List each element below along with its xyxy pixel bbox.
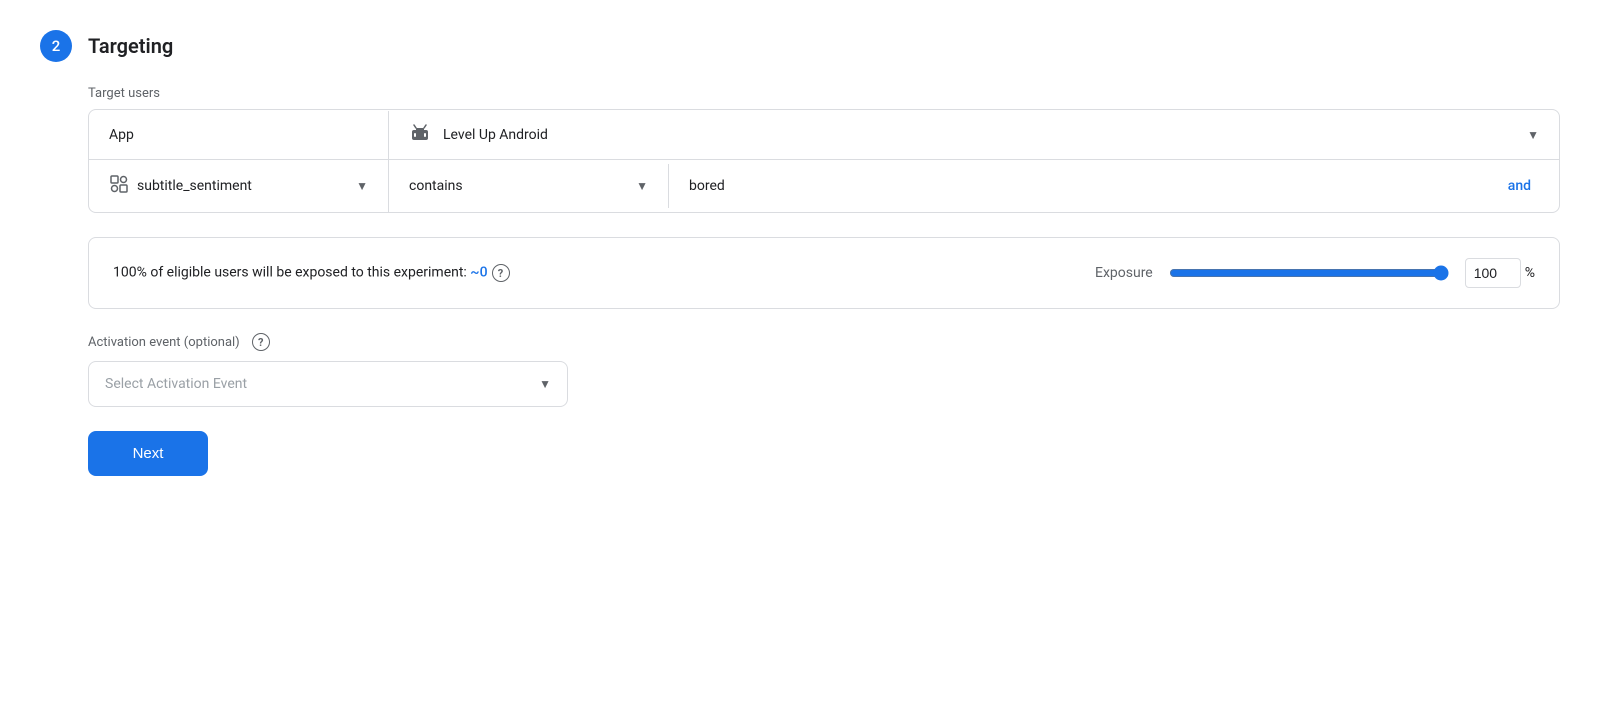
filter-operator-name: contains [409, 178, 628, 194]
app-dropdown-arrow-icon: ▼ [1527, 128, 1539, 142]
target-users-section: Target users App [88, 86, 1560, 213]
activation-help-icon[interactable]: ? [252, 333, 270, 351]
target-users-card: App Le [88, 109, 1560, 213]
exposure-value-box: % [1465, 258, 1535, 288]
next-button[interactable]: Next [88, 431, 208, 476]
filter-value-text: bored [689, 178, 725, 194]
exposure-slider[interactable] [1169, 265, 1449, 281]
filter-value-cell: bored and [669, 164, 1559, 208]
percent-label: % [1525, 265, 1535, 281]
activation-placeholder: Select Activation Event [105, 376, 539, 392]
app-name: Level Up Android [443, 127, 1515, 143]
exposure-count[interactable]: ~0 [470, 265, 487, 281]
exposure-text: 100% of eligible users will be exposed t… [113, 264, 1071, 282]
help-icon[interactable]: ? [492, 264, 510, 282]
activation-event-dropdown[interactable]: Select Activation Event ▼ [88, 361, 568, 407]
page-container: 2 Targeting Target users App [0, 0, 1600, 711]
and-button[interactable]: and [1508, 178, 1531, 194]
app-row: App Le [89, 110, 1559, 160]
filter-property-name: subtitle_sentiment [137, 178, 348, 194]
content-area: Target users App [88, 86, 1560, 476]
filter-operator-selector[interactable]: contains ▼ [389, 164, 669, 208]
page-title: Targeting [88, 34, 173, 58]
target-users-label: Target users [88, 86, 1560, 101]
section-header: 2 Targeting [40, 30, 1560, 62]
filter-row: subtitle_sentiment ▼ contains ▼ bored an… [89, 160, 1559, 212]
exposure-card: 100% of eligible users will be exposed t… [88, 237, 1560, 309]
exposure-label: Exposure [1095, 265, 1153, 281]
activation-label-row: Activation event (optional) ? [88, 333, 1560, 351]
filter-operator-dropdown-icon: ▼ [636, 179, 648, 193]
android-icon [409, 122, 431, 147]
app-cell-label: App [89, 111, 389, 159]
filter-property-dropdown-icon: ▼ [356, 179, 368, 193]
activation-label: Activation event (optional) [88, 335, 240, 350]
step-badge: 2 [40, 30, 72, 62]
exposure-value-input[interactable] [1465, 258, 1521, 288]
exposure-controls: Exposure % [1095, 258, 1535, 288]
activation-section: Activation event (optional) ? Select Act… [88, 333, 1560, 407]
filter-property-selector[interactable]: subtitle_sentiment ▼ [89, 160, 389, 212]
app-selector[interactable]: Level Up Android ▼ [389, 110, 1559, 159]
activation-dropdown-arrow-icon: ▼ [539, 377, 551, 391]
next-button-container: Next [88, 431, 1560, 476]
filter-property-icon [109, 174, 129, 198]
